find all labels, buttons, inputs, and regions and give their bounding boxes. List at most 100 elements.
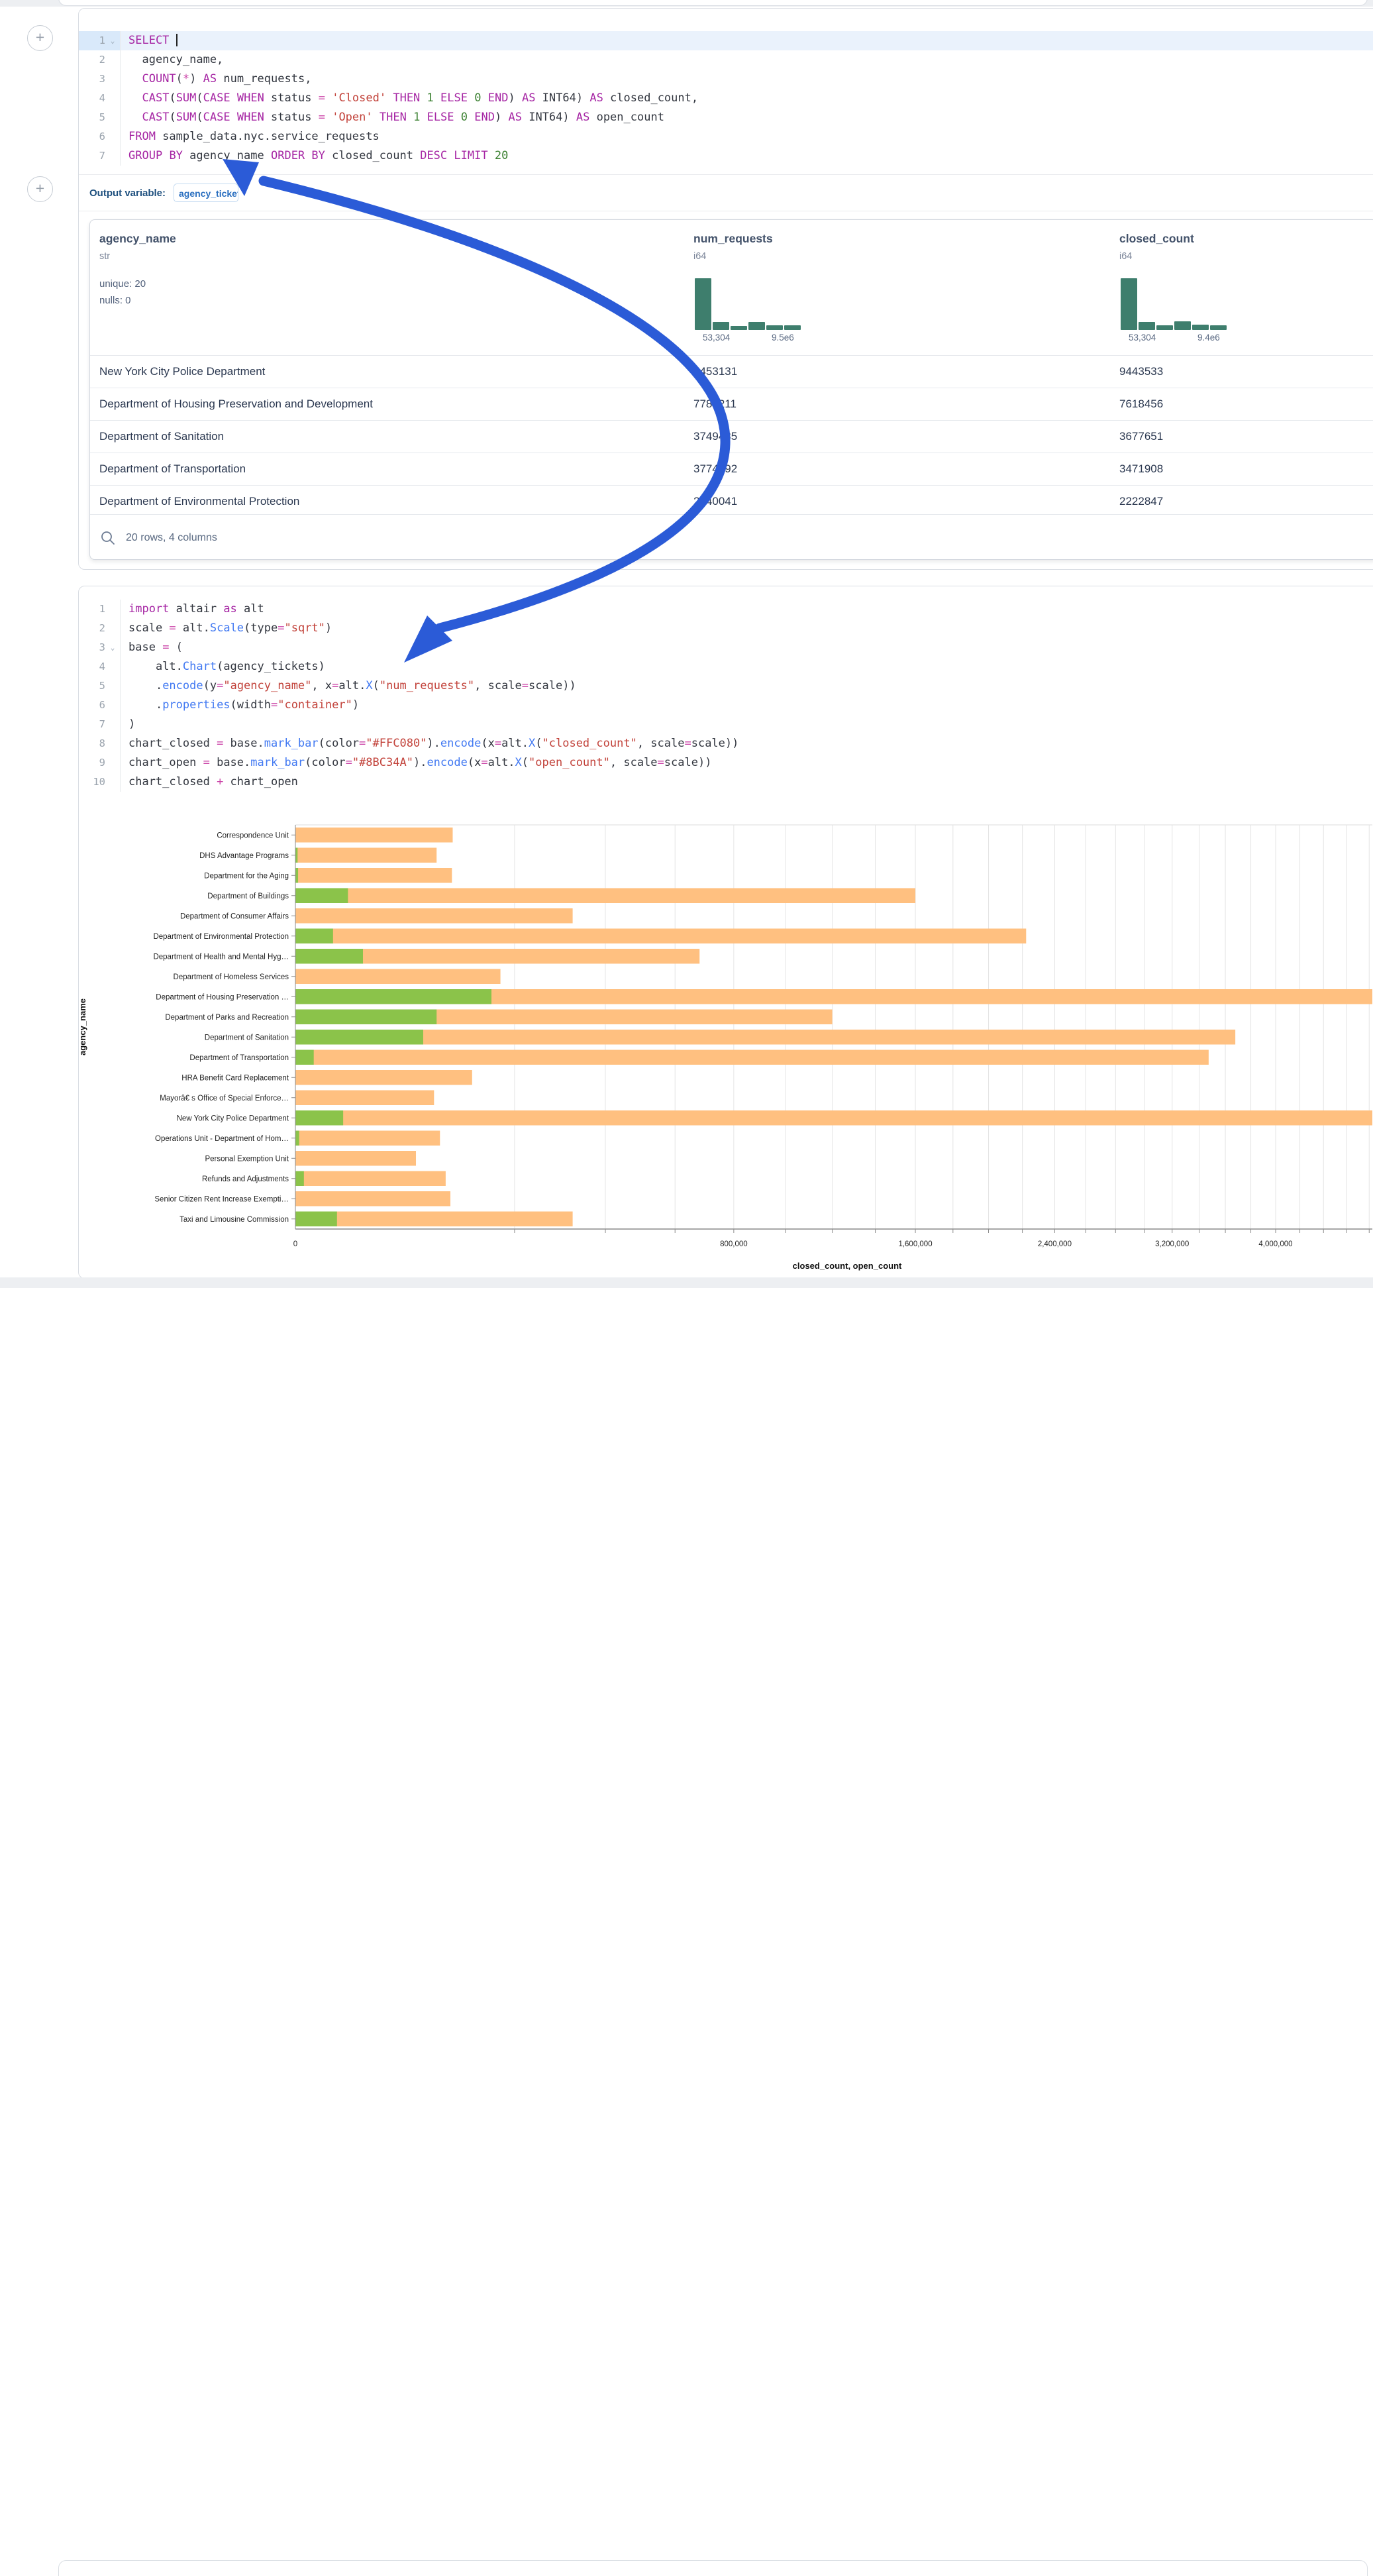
code-text: base = ( (121, 638, 183, 657)
code-line[interactable]: 4 CAST(SUM(CASE WHEN status = 'Closed' T… (79, 89, 1373, 108)
svg-text:4,000,000: 4,000,000 (1258, 1240, 1292, 1248)
sql-cell: 1⌄SELECT 2 agency_name,3 COUNT(*) AS num… (78, 8, 1373, 570)
line-number: 3 (79, 638, 105, 657)
code-line[interactable]: 4 alt.Chart(agency_tickets) (79, 657, 1373, 676)
svg-text:New York City Police Departmen: New York City Police Department (177, 1114, 289, 1122)
text-cursor (176, 34, 178, 46)
svg-text:Department of Transportation: Department of Transportation (189, 1054, 289, 1062)
fold-gutter (105, 146, 121, 166)
fold-chevron-icon[interactable]: ⌄ (105, 31, 121, 50)
svg-text:Department for the Aging: Department for the Aging (204, 872, 289, 880)
code-line[interactable]: 6 .properties(width="container") (79, 696, 1373, 715)
code-line[interactable]: 3⌄base = ( (79, 638, 1373, 657)
code-line[interactable]: 7GROUP BY agency_name ORDER BY closed_co… (79, 146, 1373, 166)
table-cell: 3749485 (693, 421, 737, 453)
output-variable-bar: Output variable: agency_tickets (79, 174, 1373, 211)
fold-gutter (105, 734, 121, 753)
fold-gutter (105, 127, 121, 146)
code-line[interactable]: 2scale = alt.Scale(type="sqrt") (79, 619, 1373, 638)
fold-gutter (105, 773, 121, 792)
fold-gutter (105, 619, 121, 638)
histogram-range-labels: 53,3049.5e6 (695, 333, 840, 346)
add-cell-button-output[interactable]: + (27, 176, 53, 202)
svg-text:Refunds and Adjustments: Refunds and Adjustments (202, 1175, 289, 1183)
code-text: SELECT (121, 31, 178, 50)
bar-chart: Correspondence Unit DHS Advantage Program… (79, 820, 1372, 1283)
code-line[interactable]: 1⌄SELECT (79, 31, 1373, 50)
line-number: 3 (79, 70, 105, 89)
line-number: 6 (79, 696, 105, 715)
column-type: str (99, 251, 110, 262)
code-text: CAST(SUM(CASE WHEN status = 'Open' THEN … (121, 108, 664, 127)
code-line[interactable]: 10 chart_closed + chart_open (79, 773, 1373, 792)
code-text: chart_closed + chart_open (121, 773, 298, 792)
svg-text:Department of Consumer Affairs: Department of Consumer Affairs (180, 912, 289, 920)
svg-text:Correspondence Unit: Correspondence Unit (217, 832, 289, 839)
svg-text:3,200,000: 3,200,000 (1155, 1240, 1189, 1248)
svg-text:Operations Unit - Department o: Operations Unit - Department of Hom… (155, 1135, 289, 1143)
fold-chevron-icon[interactable]: ⌄ (105, 638, 121, 657)
code-line[interactable]: 6FROM sample_data.nyc.service_requests (79, 127, 1373, 146)
python-cell: 1import altair as alt2scale = alt.Scale(… (78, 586, 1373, 1279)
svg-text:0: 0 (293, 1240, 297, 1248)
table-body: New York City Police Department945313194… (90, 355, 1373, 517)
column-histogram (695, 278, 801, 330)
svg-text:Taxi and Limousine Commission: Taxi and Limousine Commission (179, 1216, 289, 1224)
next-cell-edge (58, 2560, 1368, 2576)
fold-gutter (105, 676, 121, 696)
table-row[interactable]: Department of Transportation377489234719… (90, 453, 1373, 485)
table-header: agency_namestrunique: 20nulls: 0num_requ… (90, 220, 1373, 355)
svg-text:Department of Housing Preserva: Department of Housing Preservation … (156, 993, 289, 1001)
code-line[interactable]: 8chart_closed = base.mark_bar(color="#FF… (79, 734, 1373, 753)
table-row[interactable]: New York City Police Department945313194… (90, 355, 1373, 388)
code-line[interactable]: 5 .encode(y="agency_name", x=alt.X("num_… (79, 676, 1373, 696)
table-row[interactable]: Department of Environmental Protection 22… (90, 485, 1373, 517)
result-table: agency_namestrunique: 20nulls: 0num_requ… (89, 219, 1373, 560)
line-number: 2 (79, 50, 105, 70)
line-number: 4 (79, 89, 105, 108)
line-number: 1 (79, 600, 105, 619)
table-cell: 2222847 (1119, 486, 1163, 517)
svg-text:DHS Advantage Programs: DHS Advantage Programs (199, 852, 289, 860)
code-line[interactable]: 2 agency_name, (79, 50, 1373, 70)
table-cell: Department of Environmental Protection (99, 486, 299, 517)
code-text: alt.Chart(agency_tickets) (121, 657, 325, 676)
previous-cell-edge (58, 0, 1368, 6)
svg-text:Department of Buildings: Department of Buildings (207, 892, 289, 900)
fold-gutter (105, 50, 121, 70)
column-histogram (1121, 278, 1227, 330)
histogram-range-labels: 53,3049.4e6 (1121, 333, 1266, 346)
table-cell: New York City Police Department (99, 356, 265, 388)
code-text: FROM sample_data.nyc.service_requests (121, 127, 380, 146)
svg-text:Senior Citizen Rent Increase E: Senior Citizen Rent Increase Exempti… (154, 1195, 289, 1203)
code-line[interactable]: 7) (79, 715, 1373, 734)
output-variable-pill[interactable]: agency_tickets (174, 184, 238, 202)
svg-text:Department of Homeless Service: Department of Homeless Services (174, 973, 289, 981)
svg-text:HRA Benefit Card Replacement: HRA Benefit Card Replacement (181, 1074, 289, 1082)
add-cell-button-top[interactable]: + (27, 25, 53, 51)
line-number: 5 (79, 676, 105, 696)
fold-gutter (105, 89, 121, 108)
code-line[interactable]: 9chart_open = base.mark_bar(color="#8BC3… (79, 753, 1373, 773)
sql-editor[interactable]: 1⌄SELECT 2 agency_name,3 COUNT(*) AS num… (79, 31, 1373, 166)
line-number: 8 (79, 734, 105, 753)
search-icon[interactable] (101, 531, 115, 545)
column-name: num_requests (693, 232, 773, 246)
line-number: 7 (79, 146, 105, 166)
svg-text:Mayorâ€ s Office of Special En: Mayorâ€ s Office of Special Enforce… (160, 1095, 289, 1102)
python-editor[interactable]: 1import altair as alt2scale = alt.Scale(… (79, 600, 1373, 792)
svg-text:closed_count, open_count: closed_count, open_count (793, 1261, 902, 1271)
code-line[interactable]: 1import altair as alt (79, 600, 1373, 619)
code-text: agency_name, (121, 50, 223, 70)
code-text: .encode(y="agency_name", x=alt.X("num_re… (121, 676, 576, 696)
line-number: 2 (79, 619, 105, 638)
table-row[interactable]: Department of Housing Preservation and D… (90, 388, 1373, 420)
code-line[interactable]: 5 CAST(SUM(CASE WHEN status = 'Open' THE… (79, 108, 1373, 127)
svg-text:Department of Sanitation: Department of Sanitation (205, 1034, 289, 1042)
svg-text:Department of Health and Menta: Department of Health and Mental Hyg… (153, 953, 289, 961)
table-row[interactable]: Department of Sanitation37494853677651 (90, 420, 1373, 453)
table-cell: Department of Housing Preservation and D… (99, 388, 373, 420)
code-line[interactable]: 3 COUNT(*) AS num_requests, (79, 70, 1373, 89)
column-stats: unique: 20nulls: 0 (99, 276, 146, 309)
line-number: 10 (79, 773, 105, 792)
